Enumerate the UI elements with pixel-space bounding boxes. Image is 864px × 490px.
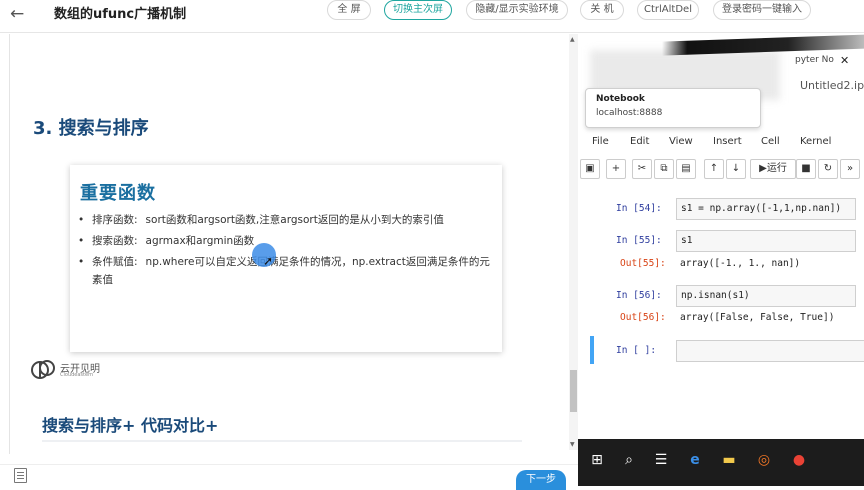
logo-subtext: Cloudeastern	[60, 372, 94, 378]
in-prompt: In [56]:	[616, 290, 662, 301]
cloud-logo-icon	[31, 360, 55, 379]
code-input[interactable]: s1	[676, 230, 856, 252]
windows-taskbar: ⊞ ⌕ ☰ e ▬ ◎ ●	[578, 439, 864, 486]
menu-file[interactable]: File	[592, 136, 609, 147]
menu-cell[interactable]: Cell	[761, 136, 780, 147]
item-key: 搜索函数:	[92, 235, 138, 247]
toggle-lab-env-button[interactable]: 隐藏/显示实验环境	[466, 0, 568, 20]
tooltip-host: localhost:8888	[596, 108, 663, 118]
paste-icon[interactable]: ▤	[676, 159, 696, 179]
item-key: 条件赋值:	[92, 256, 138, 268]
list-item: 条件赋值:np.where可以自定义返回满足条件的情况，np.extract返回…	[78, 253, 498, 289]
list-item: 搜索函数: agrmax和argmin函数	[78, 232, 498, 250]
item-text: agrmax和argmin函数	[145, 235, 255, 247]
windows-start-icon[interactable]: ⊞	[586, 449, 608, 471]
menu-edit[interactable]: Edit	[630, 136, 649, 147]
scrollbar-thumb[interactable]	[570, 370, 577, 412]
scroll-up-icon[interactable]: ▲	[570, 36, 575, 43]
divider	[42, 440, 522, 442]
jupyter-icon[interactable]: ◎	[753, 449, 775, 471]
selected-cell-indicator	[590, 336, 594, 364]
code-input[interactable]: s1 = np.array([-1,1,np.nan])	[676, 198, 856, 220]
fast-forward-icon[interactable]: »	[840, 159, 860, 179]
menu-kernel[interactable]: Kernel	[800, 136, 831, 147]
add-cell-icon[interactable]: +	[606, 159, 626, 179]
page-title: 数组的ufunc广播机制	[54, 7, 187, 22]
menu-view[interactable]: View	[669, 136, 693, 147]
address-text[interactable]: Untitled2.ip	[800, 79, 864, 92]
copy-icon[interactable]: ⧉	[654, 159, 674, 179]
footer-bar	[0, 464, 578, 486]
cell-output: array([False, False, True])	[680, 312, 835, 323]
mouse-pointer-icon: ➚	[263, 254, 274, 268]
fullscreen-button[interactable]: 全 屏	[327, 0, 371, 20]
card-title: 重要函数	[80, 183, 156, 204]
tooltip-title: Notebook	[596, 94, 645, 104]
out-prompt: Out[55]:	[620, 258, 666, 269]
arrow-left-icon[interactable]: ←	[10, 4, 24, 24]
top-bar: ← 数组的ufunc广播机制 全 屏 切换主次屏 隐藏/显示实验环境 关 机 C…	[0, 0, 864, 33]
jupyter-toolbar: ▣ + ✂ ⧉ ▤ ↑ ↓ ▶运行 ■ ↻ »	[578, 159, 864, 181]
restart-icon[interactable]: ↻	[818, 159, 838, 179]
password-input-button[interactable]: 登录密码一键输入	[713, 0, 811, 20]
list-item: 排序函数: sort函数和argsort函数,注意argsort返回的是从小到大的…	[78, 211, 498, 229]
item-text: sort函数和argsort函数,注意argsort返回的是从小到大的索引值	[145, 214, 444, 226]
scroll-down-icon[interactable]: ▼	[570, 441, 575, 448]
chrome-icon[interactable]: ●	[788, 449, 810, 471]
item-text: np.where可以自定义返回满足条件的情况，np.extract返回满足条件的…	[92, 256, 490, 286]
stop-icon[interactable]: ■	[796, 159, 816, 179]
jupyter-menubar: File Edit View Insert Cell Kernel	[578, 136, 864, 154]
section2-title: 搜索与排序+ 代码对比+	[42, 416, 219, 435]
slide-border	[9, 34, 10, 454]
section-title: 3. 搜索与排序	[33, 118, 149, 139]
out-prompt: Out[56]:	[620, 312, 666, 323]
in-prompt: In [55]:	[616, 235, 662, 246]
functions-card: 重要函数 排序函数: sort函数和argsort函数,注意argsort返回的是…	[70, 165, 502, 352]
in-prompt: In [ ]:	[616, 345, 657, 356]
close-icon[interactable]: ✕	[840, 54, 849, 67]
menu-insert[interactable]: Insert	[713, 136, 742, 147]
switch-screen-button[interactable]: 切换主次屏	[384, 0, 452, 20]
task-view-icon[interactable]: ☰	[650, 449, 672, 471]
save-icon[interactable]: ▣	[580, 159, 600, 179]
in-prompt: In [54]:	[616, 203, 662, 214]
tab-tooltip: Notebook localhost:8888	[585, 88, 761, 128]
run-label: 运行	[766, 163, 787, 174]
run-button[interactable]: ▶运行	[750, 159, 796, 179]
document-icon[interactable]	[14, 468, 27, 483]
file-explorer-icon[interactable]: ▬	[718, 449, 740, 471]
browser-tab-title[interactable]: pyter No	[795, 55, 834, 65]
search-icon[interactable]: ⌕	[618, 449, 640, 471]
move-down-icon[interactable]: ↓	[726, 159, 746, 179]
item-key: 排序函数:	[92, 214, 138, 226]
move-up-icon[interactable]: ↑	[704, 159, 724, 179]
cut-icon[interactable]: ✂	[632, 159, 652, 179]
cell-output: array([-1., 1., nan])	[680, 258, 801, 269]
code-input[interactable]: np.isnan(s1)	[676, 285, 856, 307]
ctrl-alt-del-button[interactable]: CtrlAltDel	[637, 0, 699, 20]
function-list: 排序函数: sort函数和argsort函数,注意argsort返回的是从小到大的…	[78, 211, 498, 292]
edge-browser-icon[interactable]: e	[684, 449, 706, 471]
code-input[interactable]	[676, 340, 864, 362]
next-step-button[interactable]: 下一步	[516, 470, 566, 490]
shutdown-button[interactable]: 关 机	[580, 0, 624, 20]
